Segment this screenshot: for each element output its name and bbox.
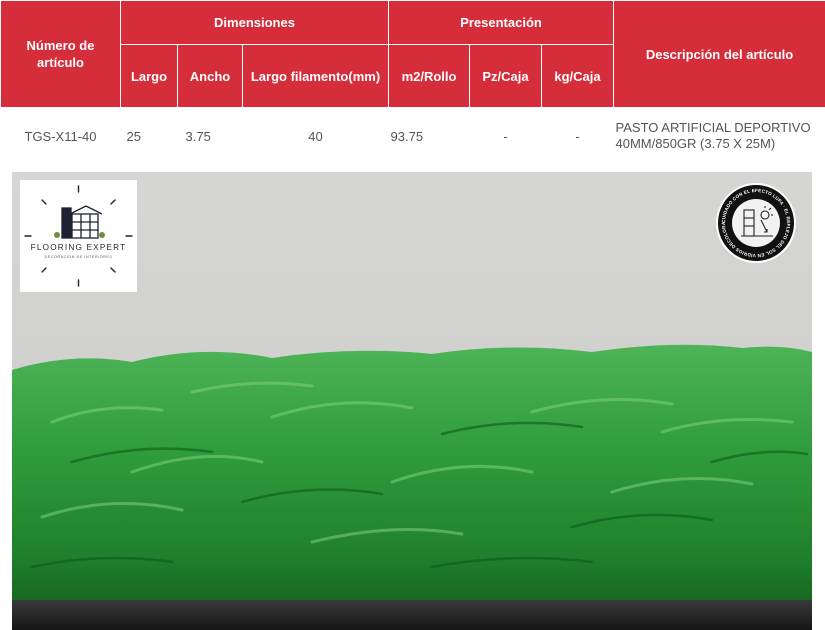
sun-warning-badge: CUIDADO CON EL EFECTO LUPA · EL REFLEJO …	[713, 178, 797, 264]
table-row: TGS-X11-40 25 3.75 40 93.75 - - PASTO AR…	[0, 107, 825, 164]
cell-item-number: TGS-X11-40	[0, 107, 121, 164]
header-m2-roll: m2/Rollo	[388, 44, 471, 108]
header-dimensions: Dimensiones	[119, 0, 390, 45]
grass-backing	[12, 600, 812, 630]
building-icon	[61, 205, 103, 239]
header-kg-box: kg/Caja	[541, 44, 615, 108]
cell-width: 3.75	[177, 107, 243, 164]
header-pz-box: Pz/Caja	[469, 44, 543, 108]
badge-icon: CUIDADO CON EL EFECTO LUPA · EL REFLEJO …	[713, 178, 796, 263]
logo-tagline-text: DECORACIÓN DE INTERIORES	[45, 254, 113, 259]
header-presentation: Presentación	[388, 0, 615, 45]
grass-product-photo: FLOORING EXPERT DECORACIÓN DE INTERIORES…	[12, 172, 812, 630]
cell-filament-length: 40	[242, 107, 389, 164]
cell-length: 25	[120, 107, 178, 164]
flooring-expert-logo: FLOORING EXPERT DECORACIÓN DE INTERIORES	[20, 180, 137, 292]
tree-right-icon	[99, 232, 105, 238]
header-width: Ancho	[177, 44, 243, 108]
cell-description: PASTO ARTIFICIAL DEPORTIVO 40MM/850GR (3…	[613, 107, 825, 164]
header-length: Largo	[120, 44, 178, 108]
tree-left-icon	[54, 232, 60, 238]
cell-m2-roll: 93.75	[388, 107, 470, 164]
spec-table: Número de artículo Dimensiones Presentac…	[0, 0, 825, 164]
header-item-number: Número de artículo	[0, 0, 121, 108]
cell-pz-box: -	[469, 107, 542, 164]
header-description: Descripción del artículo	[613, 0, 825, 108]
logo-brand-text: FLOORING EXPERT	[31, 243, 127, 252]
clock-ticks	[24, 185, 133, 287]
logo-mark: FLOORING EXPERT DECORACIÓN DE INTERIORES	[24, 185, 133, 287]
header-filament-length: Largo filamento(mm)	[241, 44, 390, 108]
cell-kg-box: -	[541, 107, 614, 164]
